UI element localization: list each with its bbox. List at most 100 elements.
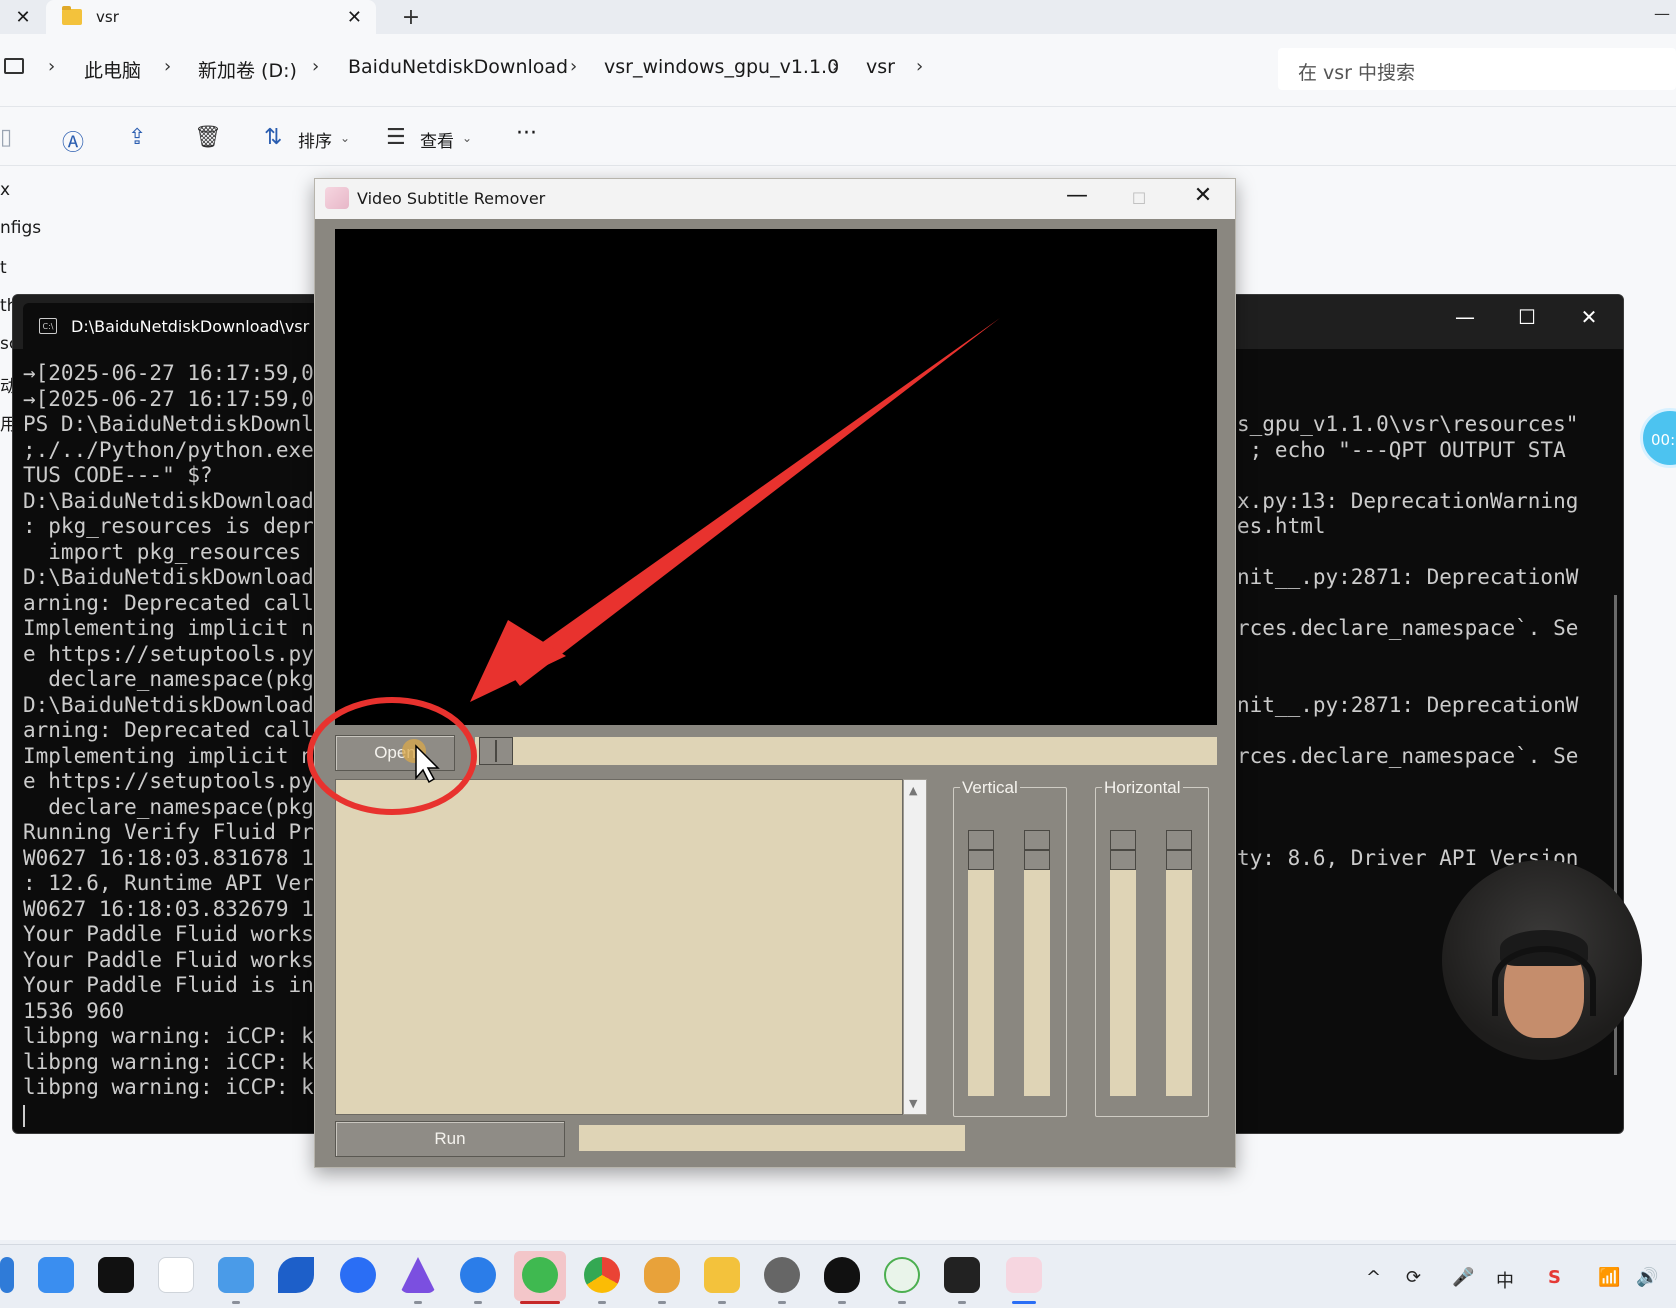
computer-icon[interactable] (4, 58, 24, 74)
obsidian-icon[interactable] (400, 1257, 436, 1293)
terminal-icon[interactable] (944, 1257, 980, 1293)
scroll-down-icon[interactable]: ▼ (909, 1097, 917, 1110)
nav-item[interactable]: t (0, 258, 7, 278)
terminal-line: Your Paddle Fluid is in (23, 973, 314, 997)
run-button[interactable]: Run (335, 1121, 565, 1157)
terminal-line-right: s_gpu_v1.1.0\vsr\resources" (1237, 412, 1579, 436)
volume-icon[interactable]: 🔊 (1636, 1267, 1658, 1288)
running-indicator (474, 1301, 482, 1304)
terminal-line: Implementing implicit n (23, 616, 314, 640)
chevron-right-icon[interactable]: › (832, 56, 839, 77)
close-tab-icon[interactable]: ✕ (10, 0, 36, 34)
chrome-icon[interactable] (584, 1257, 620, 1293)
terminal-line-right: rces.declare_namespace`. Se (1237, 616, 1579, 640)
minimize-icon[interactable]: — (1057, 183, 1097, 208)
more-options-button[interactable]: ··· (516, 121, 537, 146)
app-icon[interactable] (158, 1257, 194, 1293)
sync-icon[interactable]: ⟳ (1406, 1267, 1421, 1288)
capcut-icon[interactable] (98, 1257, 134, 1293)
video-progress-slider[interactable] (475, 737, 1217, 765)
horizontal-slider-thumb[interactable] (1166, 830, 1192, 870)
scroll-up-icon[interactable]: ▲ (909, 784, 917, 797)
app-icon[interactable] (0, 1257, 14, 1293)
cat-app-icon[interactable] (644, 1257, 680, 1293)
chevron-down-icon[interactable]: ⌄ (462, 131, 472, 145)
qq-icon[interactable] (824, 1257, 860, 1293)
feishu-icon[interactable] (38, 1257, 74, 1293)
sogou-icon[interactable]: S (1548, 1267, 1561, 1288)
maximize-icon[interactable]: ☐ (1119, 189, 1159, 208)
app-icon[interactable] (884, 1257, 920, 1293)
nav-item[interactable]: x (0, 180, 10, 200)
terminal-line: Your Paddle Fluid works (23, 947, 314, 972)
breadcrumb-vsr[interactable]: vsr (866, 56, 895, 78)
view-icon[interactable]: ☰ (386, 125, 406, 150)
app-icon[interactable] (278, 1257, 314, 1293)
terminal-line-right: nit__.py:2871: DeprecationW (1237, 565, 1579, 589)
window-title: Video Subtitle Remover (357, 189, 546, 208)
terminal-line: libpng warning: iCCP: k (23, 1049, 314, 1074)
clock-icon[interactable] (764, 1257, 800, 1293)
chevron-right-icon[interactable]: › (916, 56, 923, 77)
terminal-line: →[2025-06-27 16:17:59,0 (23, 386, 314, 411)
share-icon[interactable]: ⇪ (128, 125, 146, 150)
sort-icon[interactable]: ⇅ (264, 125, 282, 150)
running-indicator (718, 1301, 726, 1304)
breadcrumb-this-pc[interactable]: 此电脑 (84, 56, 141, 83)
explorer-tab-vsr[interactable]: vsr ✕ (46, 0, 376, 34)
app-icon[interactable] (340, 1257, 376, 1293)
taskbar: ^ ⟳ 🎤 中 S 📶 🔊 (0, 1244, 1676, 1308)
chevron-down-icon[interactable]: ⌄ (340, 131, 350, 145)
slider-thumb[interactable] (479, 737, 513, 765)
breadcrumb-vsr-windows[interactable]: vsr_windows_gpu_v1.1.0 (604, 56, 839, 78)
close-icon[interactable]: ✕ (1569, 305, 1609, 329)
vertical-slider-thumb[interactable] (1024, 830, 1050, 870)
running-indicator (1012, 1301, 1036, 1304)
terminal-line: D:\BaiduNetdiskDownload (23, 692, 314, 717)
log-output-area[interactable] (335, 779, 903, 1115)
wifi-icon[interactable]: 📶 (1598, 1267, 1620, 1288)
input-method-icon[interactable]: 中 (1496, 1267, 1514, 1293)
terminal-line: D:\BaiduNetdiskDownload (23, 565, 314, 589)
search-input[interactable]: 在 vsr 中搜索 (1278, 48, 1676, 90)
terminal-line: declare_namespace(pkg (23, 794, 314, 819)
explorer-toolbar: ▯ Ⓐ ⇪ 🗑 ⇅ 排序 ⌄ ☰ 查看 ⌄ ··· (0, 106, 1676, 166)
chevron-right-icon[interactable]: › (570, 56, 577, 77)
vertical-group: Vertical (953, 778, 1067, 1117)
vsr-app-icon[interactable] (1006, 1257, 1042, 1293)
rename-icon[interactable]: Ⓐ (62, 125, 84, 157)
maximize-icon[interactable]: ☐ (1507, 305, 1547, 329)
video-preview (335, 229, 1217, 725)
paste-icon[interactable]: ▯ (0, 125, 12, 150)
chevron-right-icon[interactable]: › (312, 56, 319, 77)
minimize-icon[interactable]: — (1445, 305, 1485, 329)
terminal-tab[interactable]: C:\ D:\BaiduNetdiskDownload\vsr (23, 303, 343, 349)
monitor-app-icon[interactable] (218, 1257, 254, 1293)
terminal-line: →[2025-06-27 16:17:59,0 (23, 361, 314, 385)
terminal-line: Your Paddle Fluid works (23, 922, 314, 946)
view-button[interactable]: 查看 (420, 127, 454, 152)
folder-icon[interactable] (704, 1257, 740, 1293)
chevron-right-icon[interactable]: › (164, 56, 171, 77)
close-icon[interactable]: ✕ (1183, 183, 1223, 208)
sort-button[interactable]: 排序 (298, 127, 332, 152)
terminal-line: PS D:\BaiduNetdiskDownl (23, 412, 314, 436)
horizontal-slider-thumb[interactable] (1110, 830, 1136, 870)
delete-icon[interactable]: 🗑 (194, 125, 222, 150)
chevron-right-icon[interactable]: › (48, 56, 55, 77)
terminal-line: ;./../Python/python.exe (23, 437, 314, 462)
wechat-icon[interactable] (522, 1257, 558, 1293)
new-tab-button[interactable]: + (396, 0, 426, 34)
nav-item[interactable]: nfigs (0, 218, 41, 238)
microphone-icon[interactable]: 🎤 (1452, 1267, 1474, 1288)
tab-close-icon[interactable]: ✕ (347, 7, 362, 28)
onedrive-icon[interactable] (460, 1257, 496, 1293)
show-hidden-icons-icon[interactable]: ^ (1366, 1267, 1381, 1288)
minimize-icon[interactable]: — (1654, 4, 1670, 23)
vertical-slider-thumb[interactable] (968, 830, 994, 870)
log-scrollbar[interactable]: ▲ ▼ (903, 779, 927, 1115)
terminal-line: W0627 16:18:03.831678 1 (23, 845, 314, 870)
breadcrumb-drive-d[interactable]: 新加卷 (D:) (198, 56, 297, 83)
open-button[interactable]: Open (335, 735, 455, 771)
breadcrumb-baidunetdisk[interactable]: BaiduNetdiskDownload (348, 56, 568, 78)
